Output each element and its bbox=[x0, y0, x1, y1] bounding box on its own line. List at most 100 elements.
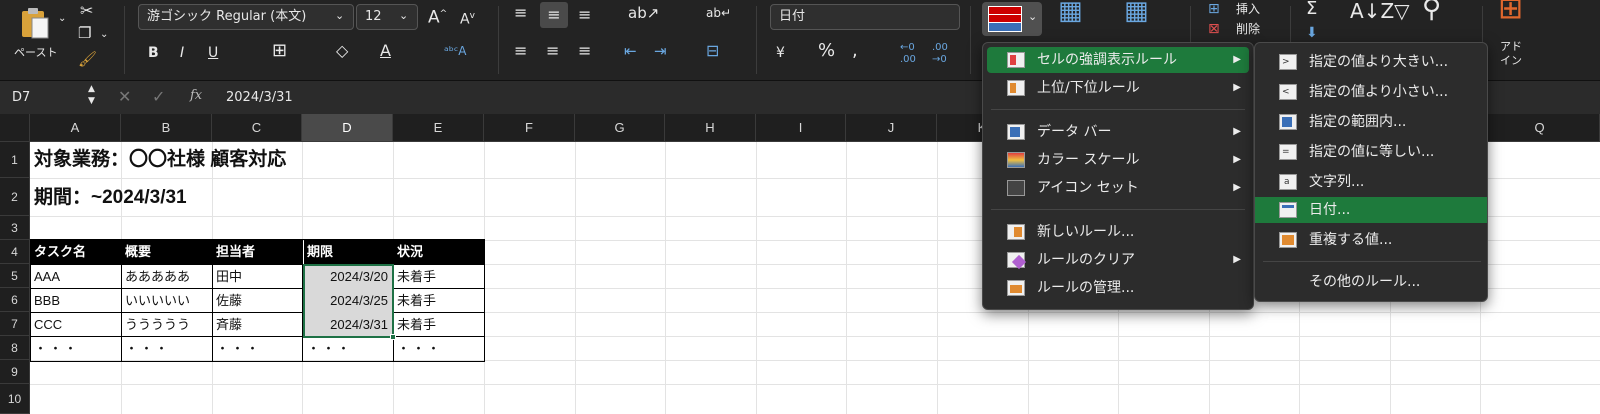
table-cell[interactable]: 佐藤 bbox=[213, 289, 302, 312]
column-header-q[interactable]: Q bbox=[1480, 114, 1600, 142]
copy-icon[interactable]: ❐ bbox=[78, 24, 91, 42]
menu-item-equal-to[interactable]: = 指定の値に等しい... bbox=[1259, 139, 1483, 165]
autosum-icon[interactable]: Σ bbox=[1306, 0, 1317, 18]
menu-item-data-bars[interactable]: データ バー ▶ bbox=[987, 119, 1249, 145]
menu-item-more-rules[interactable]: その他のルール... bbox=[1259, 269, 1483, 295]
name-box[interactable]: D7 bbox=[12, 89, 30, 107]
table-cell[interactable]: BBB bbox=[31, 289, 120, 312]
table-cell[interactable]: ・・・ bbox=[213, 337, 302, 360]
menu-item-date-occurring[interactable]: 日付... bbox=[1255, 197, 1487, 223]
font-name-select[interactable]: 游ゴシック Regular (本文) ⌄ bbox=[138, 4, 354, 30]
number-format-select[interactable]: 日付 bbox=[770, 4, 960, 30]
fill-color-icon[interactable]: ◇ bbox=[336, 42, 348, 60]
cell-styles-icon[interactable]: ▦ bbox=[1124, 0, 1149, 24]
insert-button[interactable]: 挿入 bbox=[1236, 0, 1260, 18]
align-right-icon[interactable]: ≡ bbox=[578, 42, 591, 60]
column-header-b[interactable]: B bbox=[121, 114, 212, 142]
table-cell[interactable]: 2024/3/20 bbox=[304, 265, 392, 288]
format-painter-icon[interactable]: 🖌 bbox=[78, 50, 97, 68]
menu-item-icon-sets[interactable]: アイコン セット ▶ bbox=[987, 175, 1249, 201]
table-cell[interactable]: 斉藤 bbox=[213, 313, 302, 336]
sort-filter-icon[interactable]: A↓Z▽ bbox=[1350, 1, 1410, 21]
orientation-icon[interactable]: ab↗ bbox=[628, 4, 659, 22]
function-icon[interactable]: fx bbox=[190, 87, 202, 105]
align-bottom-icon[interactable]: ≡ bbox=[578, 6, 591, 24]
row-header-5[interactable]: 5 bbox=[0, 264, 30, 288]
row-header-2[interactable]: 2 bbox=[0, 178, 30, 216]
cell-a1[interactable]: 対象業務：〇〇社様 顧客対応 bbox=[31, 142, 391, 178]
table-cell[interactable]: 未着手 bbox=[394, 289, 483, 312]
formula-input[interactable]: 2024/3/31 bbox=[226, 89, 293, 107]
align-middle-icon[interactable]: ≡ bbox=[540, 2, 568, 28]
align-center-icon[interactable]: ≡ bbox=[546, 42, 559, 60]
column-header-d[interactable]: D bbox=[302, 114, 393, 142]
table-cell[interactable]: AAA bbox=[31, 265, 120, 288]
menu-item-new-rule[interactable]: 新しいルール... bbox=[987, 219, 1249, 245]
phonetic-icon[interactable]: ᵃᵇᶜA bbox=[444, 42, 467, 60]
table-cell[interactable]: 2024/3/25 bbox=[304, 289, 392, 312]
decrease-indent-icon[interactable]: ⇤ bbox=[624, 42, 637, 60]
row-header-4[interactable]: 4 bbox=[0, 240, 30, 264]
menu-item-less-than[interactable]: < 指定の値より小さい... bbox=[1259, 79, 1483, 105]
table-cell[interactable]: 2024/3/31 bbox=[304, 313, 392, 336]
column-header-a[interactable]: A bbox=[30, 114, 121, 142]
table-cell[interactable]: ・・・ bbox=[31, 337, 120, 360]
table-cell[interactable]: 未着手 bbox=[394, 313, 483, 336]
name-box-stepper-icon[interactable]: ▲ ▼ bbox=[88, 83, 95, 107]
fill-icon[interactable]: ⬇ bbox=[1306, 24, 1318, 42]
cut-icon[interactable]: ✂ bbox=[80, 2, 93, 20]
percent-button[interactable]: % bbox=[818, 42, 835, 60]
row-header-10[interactable]: 10 bbox=[0, 384, 30, 414]
column-header-e[interactable]: E bbox=[393, 114, 484, 142]
delete-button[interactable]: 削除 bbox=[1236, 20, 1260, 38]
menu-item-color-scales[interactable]: カラー スケール ▶ bbox=[987, 147, 1249, 173]
table-cell[interactable]: CCC bbox=[31, 313, 120, 336]
row-header-1[interactable]: 1 bbox=[0, 142, 30, 178]
table-cell[interactable]: 田中 bbox=[213, 265, 302, 288]
column-header-h[interactable]: H bbox=[665, 114, 756, 142]
row-header-9[interactable]: 9 bbox=[0, 360, 30, 384]
decrease-font-icon[interactable]: Av bbox=[460, 7, 475, 29]
cell-a2[interactable]: 期間：~2024/3/31 bbox=[31, 180, 331, 216]
conditional-formatting-button[interactable]: ⌄ bbox=[982, 2, 1042, 36]
table-cell[interactable]: ・・・ bbox=[394, 337, 483, 360]
currency-icon[interactable]: ¥ bbox=[776, 44, 785, 62]
table-cell[interactable]: ううううう bbox=[122, 313, 211, 336]
underline-button[interactable]: U bbox=[208, 44, 218, 62]
row-header-8[interactable]: 8 bbox=[0, 336, 30, 360]
borders-icon[interactable]: ⊞ bbox=[272, 42, 287, 60]
font-color-icon[interactable]: A bbox=[380, 42, 391, 60]
row-header-6[interactable]: 6 bbox=[0, 288, 30, 312]
bold-button[interactable]: B bbox=[148, 44, 159, 62]
table-cell[interactable]: 未着手 bbox=[394, 265, 483, 288]
menu-item-top-bottom-rules[interactable]: 上位/下位ルール ▶ bbox=[987, 75, 1249, 101]
copy-dropdown-icon[interactable]: ⌄ bbox=[100, 26, 108, 44]
column-header-j[interactable]: J bbox=[846, 114, 937, 142]
row-header-7[interactable]: 7 bbox=[0, 312, 30, 336]
delete-icon[interactable]: ⊠ bbox=[1208, 20, 1220, 38]
addins-icon[interactable]: ⊞ bbox=[1498, 0, 1523, 24]
menu-item-text-contains[interactable]: a 文字列... bbox=[1259, 169, 1483, 195]
increase-indent-icon[interactable]: ⇥ bbox=[654, 42, 667, 60]
column-header-c[interactable]: C bbox=[212, 114, 302, 142]
menu-item-between[interactable]: 指定の範囲内... bbox=[1259, 109, 1483, 135]
merge-center-icon[interactable]: ⊟ bbox=[706, 42, 719, 60]
column-header-g[interactable]: G bbox=[575, 114, 665, 142]
paste-dropdown-icon[interactable]: ⌄ bbox=[58, 10, 66, 28]
menu-item-clear-rules[interactable]: ルールのクリア ▶ bbox=[987, 247, 1249, 273]
cancel-icon[interactable]: ✕ bbox=[118, 88, 131, 106]
find-select-icon[interactable]: ⚲ bbox=[1422, 0, 1441, 22]
comma-icon[interactable]: , bbox=[852, 42, 858, 60]
wrap-text-icon[interactable]: ab↵ bbox=[706, 4, 731, 22]
table-cell[interactable]: あああああ bbox=[122, 265, 211, 288]
insert-icon[interactable]: ⊞ bbox=[1208, 0, 1220, 18]
table-cell[interactable]: いいいいい bbox=[122, 289, 211, 312]
table-cell[interactable]: ・・・ bbox=[304, 337, 392, 360]
select-all-corner[interactable] bbox=[0, 114, 30, 142]
column-header-f[interactable]: F bbox=[484, 114, 575, 142]
menu-item-duplicate-values[interactable]: 重複する値... bbox=[1259, 227, 1483, 253]
format-as-table-icon[interactable]: ▦ bbox=[1058, 0, 1083, 24]
menu-item-manage-rules[interactable]: ルールの管理... bbox=[987, 275, 1249, 301]
menu-item-greater-than[interactable]: > 指定の値より大きい... bbox=[1259, 49, 1483, 75]
menu-item-highlight-cells-rules[interactable]: セルの強調表示ルール ▶ bbox=[987, 47, 1249, 73]
